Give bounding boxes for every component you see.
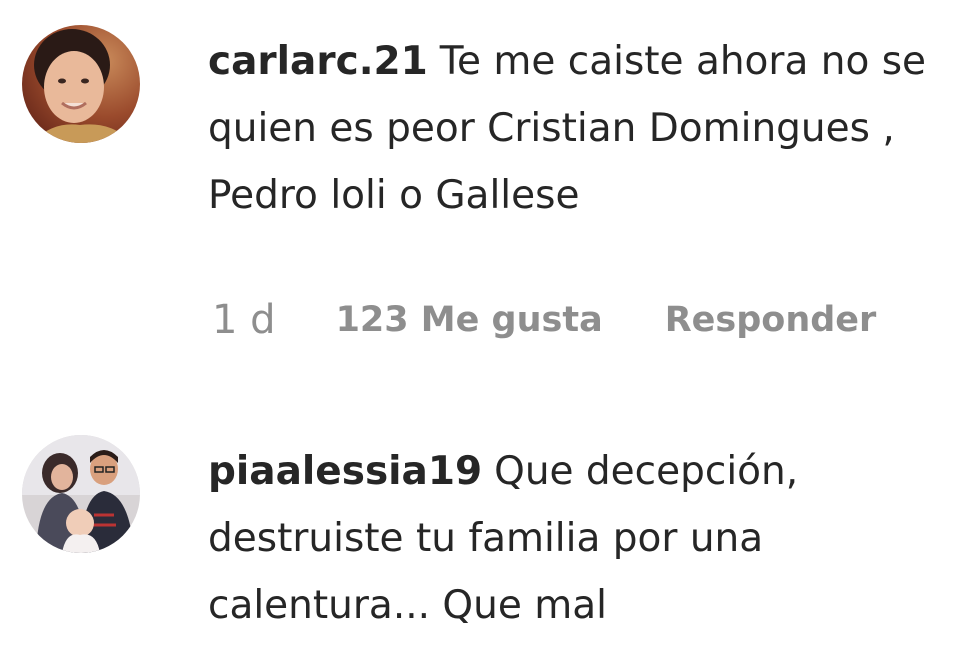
comment-body: carlarc.21 Te me caiste ahora no se quien… [208,28,968,229]
comment-body: piaalessia19 Que decepción, destruiste tu… [208,438,968,639]
avatar[interactable] [22,25,140,143]
comment-meta: 1 d 123 Me gusta Responder [212,292,876,348]
comment-username[interactable]: piaalessia19 [208,449,482,494]
avatar[interactable] [22,435,140,553]
comment-timestamp[interactable]: 1 d [212,297,276,343]
comment-username[interactable]: carlarc.21 [208,39,428,84]
reply-button[interactable]: Responder [665,300,877,340]
avatar-photo [22,25,140,143]
likes-count-button[interactable]: 123 Me gusta [336,300,603,340]
avatar-photo [22,435,140,553]
